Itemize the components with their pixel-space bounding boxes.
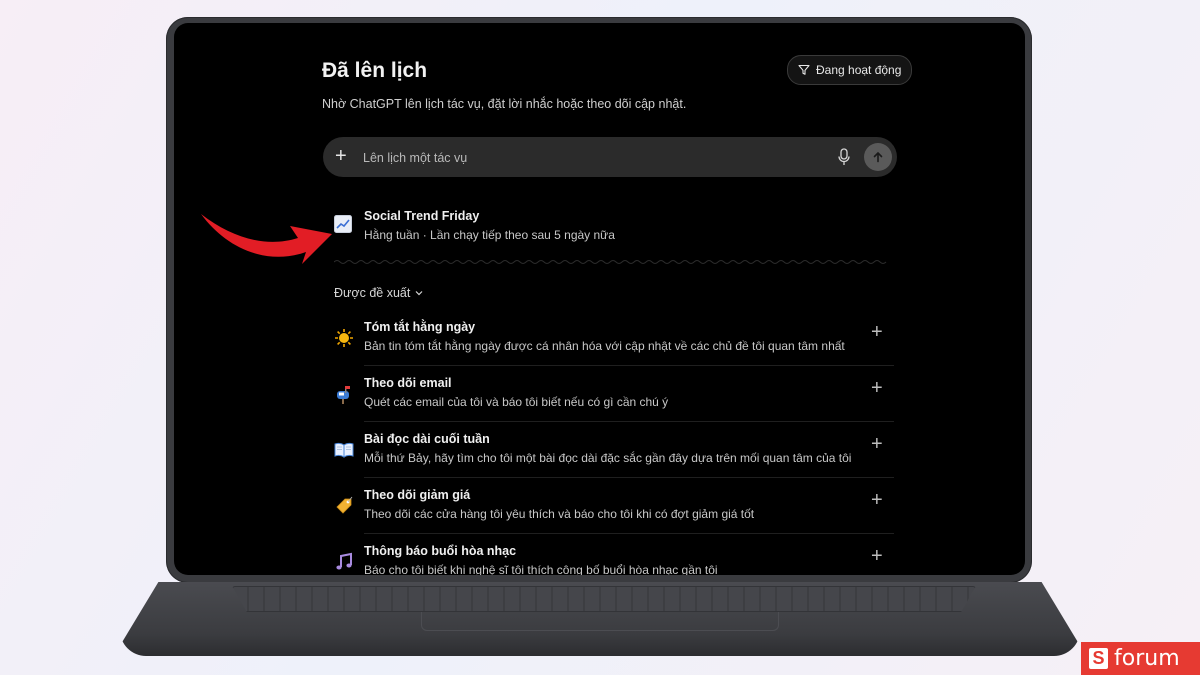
send-button[interactable] [864, 143, 892, 171]
laptop-touchpad [421, 612, 779, 631]
suggested-heading: Được đề xuất [334, 286, 411, 300]
suggested-item-title: Thông báo buổi hòa nhạc [364, 544, 517, 558]
schedule-task-input[interactable] [361, 137, 805, 179]
suggested-item-desc: Mỗi thứ Bảy, hãy tìm cho tôi một bài đọc… [364, 451, 852, 465]
filter-icon [798, 64, 810, 75]
suggested-item-desc: Báo cho tôi biết khi nghệ sĩ tôi thích c… [364, 563, 718, 575]
section-divider [334, 260, 887, 264]
suggested-item-price-tracker[interactable]: Theo dõi giảm giá Theo dõi các cửa hàng … [334, 488, 894, 542]
forum-brand-badge: S forum [1081, 642, 1200, 675]
price-tag-icon [336, 496, 353, 514]
item-divider [364, 365, 894, 366]
suggested-item-title: Tóm tắt hằng ngày [364, 320, 476, 334]
page-title: Đã lên lịch [322, 59, 428, 82]
suggested-item-desc: Theo dõi các cửa hàng tôi yêu thích và b… [364, 507, 755, 521]
laptop-screen: Đã lên lịch Nhờ ChatGPT lên lịch tác vụ,… [174, 23, 1025, 575]
forum-logo-icon: S [1089, 648, 1108, 669]
item-divider [364, 477, 894, 478]
active-filter-button[interactable]: Đang hoạt động [787, 55, 913, 85]
suggested-item-desc: Bản tin tóm tắt hằng ngày được cá nhân h… [364, 339, 845, 353]
scheduled-task-name: Social Trend Friday [364, 209, 480, 223]
chart-increasing-icon [334, 215, 352, 233]
suggested-item-title: Theo dõi giảm giá [364, 488, 471, 502]
add-icon[interactable]: + [871, 322, 883, 342]
sun-icon [335, 329, 353, 347]
scheduled-task-item[interactable]: Social Trend Friday Hằng tuần · Lần chạy… [334, 209, 894, 249]
mailbox-icon [337, 386, 350, 404]
microphone-icon[interactable] [837, 148, 851, 166]
annotation-arrow [201, 214, 332, 264]
arrow-up-icon [873, 151, 883, 163]
forum-brand-name: forum [1114, 646, 1180, 671]
open-book-icon [334, 442, 354, 458]
suggested-item-email-monitor[interactable]: Theo dõi email Quét các email của tôi và… [334, 376, 894, 430]
suggested-toggle[interactable]: Được đề xuất [334, 286, 424, 300]
schedule-composer: + [323, 137, 897, 179]
add-icon[interactable]: + [871, 434, 883, 454]
suggested-item-title: Theo dõi email [364, 376, 452, 390]
item-divider [364, 421, 894, 422]
suggested-item-weekend-read[interactable]: Bài đọc dài cuối tuần Mỗi thứ Bảy, hãy t… [334, 432, 894, 486]
suggested-item-desc: Quét các email của tôi và báo tôi biết n… [364, 395, 669, 409]
music-notes-icon [336, 552, 352, 570]
page-subtitle: Nhờ ChatGPT lên lịch tác vụ, đặt lời nhắ… [322, 97, 687, 111]
add-icon[interactable]: + [871, 378, 883, 398]
suggested-item-daily-summary[interactable]: Tóm tắt hằng ngày Bản tin tóm tắt hằng n… [334, 320, 894, 374]
add-icon[interactable]: + [871, 546, 883, 566]
suggested-item-title: Bài đọc dài cuối tuần [364, 432, 490, 446]
scheduled-task-meta: Hằng tuần · Lần chạy tiếp theo sau 5 ngà… [364, 228, 615, 242]
laptop-keyboard [232, 586, 976, 612]
plus-icon[interactable]: + [335, 146, 347, 166]
active-filter-label: Đang hoạt động [816, 63, 902, 77]
suggested-item-concert-alert[interactable]: Thông báo buổi hòa nhạc Báo cho tôi biết… [334, 544, 894, 575]
item-divider [364, 533, 894, 534]
add-icon[interactable]: + [871, 490, 883, 510]
chevron-down-icon [415, 291, 423, 296]
